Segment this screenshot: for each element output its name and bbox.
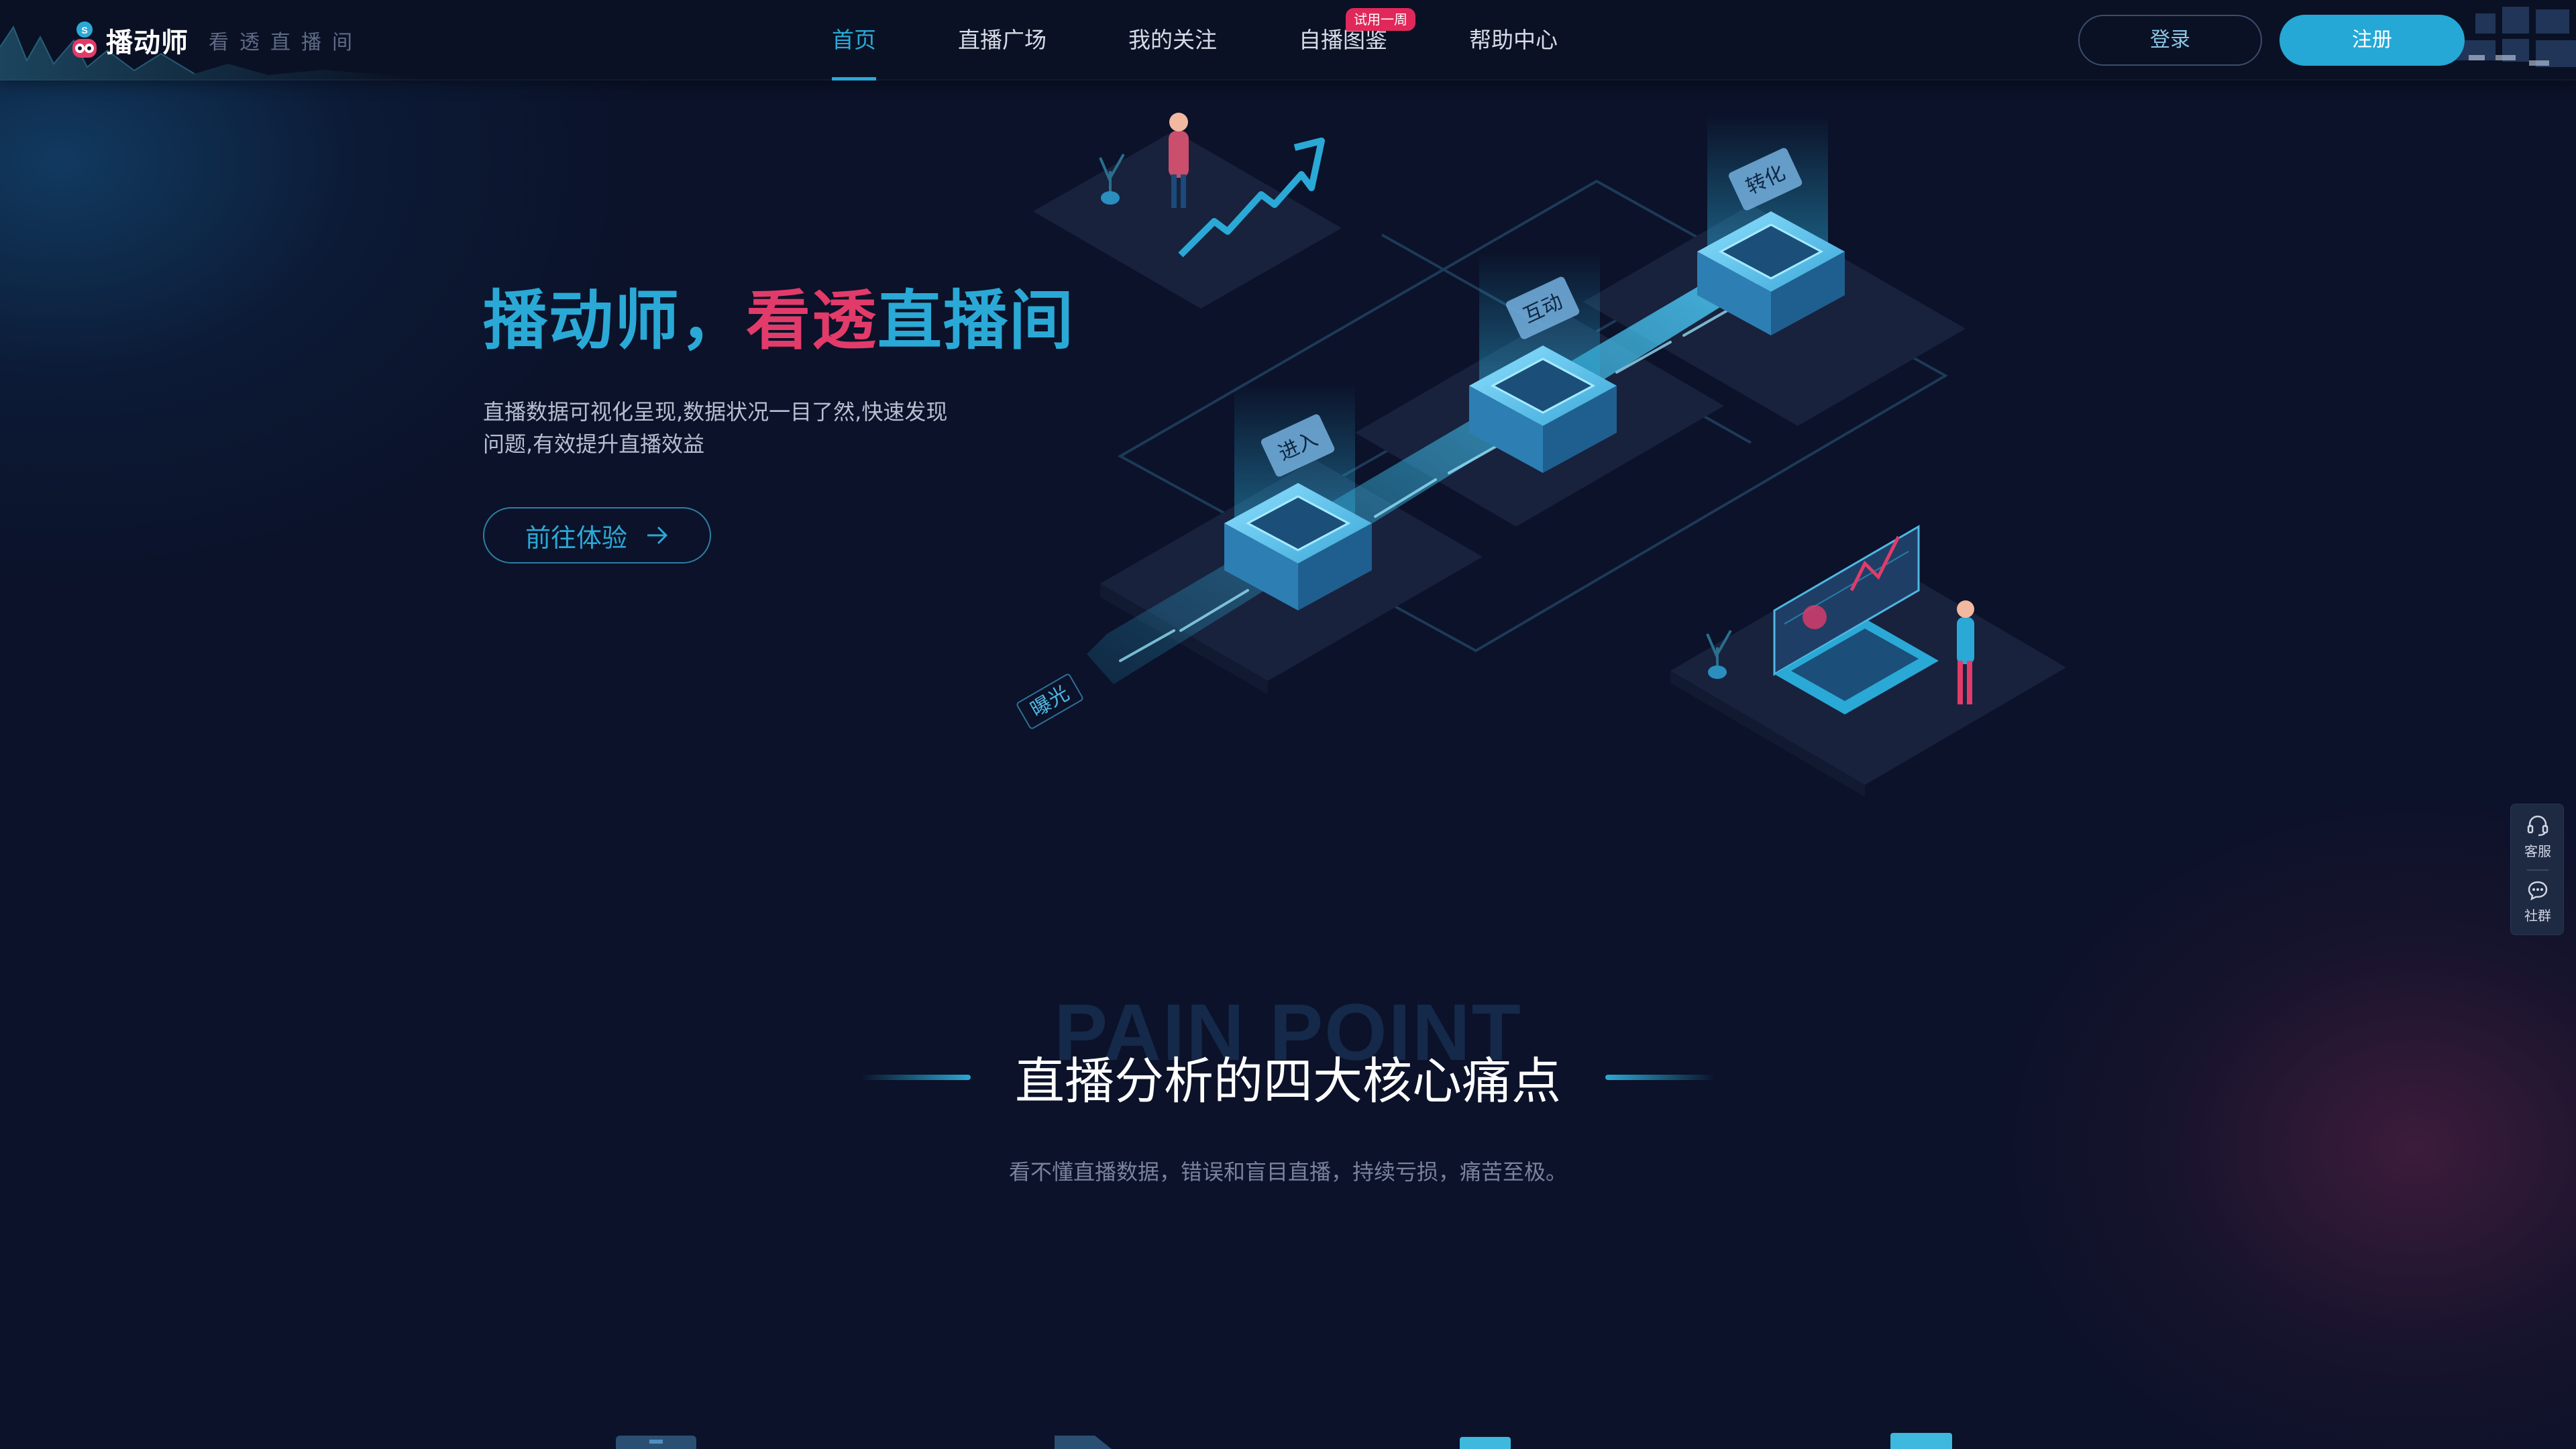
panel-divider: [2527, 869, 2548, 871]
pain-card-icon-4: [1890, 1433, 1952, 1449]
stage-interaction: 互动: [1469, 252, 1617, 473]
arrow-right-icon: [647, 526, 668, 545]
community-label: 社群: [2524, 907, 2551, 924]
nav-home[interactable]: 首页: [832, 0, 876, 80]
funnel-illustration: 曝光 进入 互动 转化: [1016, 113, 2066, 797]
trial-badge: 试用一周: [1346, 8, 1415, 31]
customer-service-button[interactable]: 客服: [2511, 807, 2565, 867]
nav-self-broadcast-guide[interactable]: 自播图鉴 试用一周: [1299, 0, 1415, 80]
nav-live-square[interactable]: 直播广场: [958, 0, 1046, 80]
try-now-label: 前往体验: [525, 523, 627, 553]
headset-icon: [2527, 815, 2548, 836]
section-title: 直播分析的四大核心痛点: [1015, 1053, 1561, 1110]
title-decor-line-right: [1605, 1074, 1715, 1080]
customer-service-label: 客服: [2524, 843, 2551, 859]
try-now-button[interactable]: 前往体验: [483, 507, 711, 564]
chat-bubble-icon: [2528, 881, 2548, 900]
community-button[interactable]: 社群: [2511, 871, 2565, 932]
login-button[interactable]: 登录: [2078, 15, 2262, 66]
ambient-glow-right: [1972, 778, 2576, 1449]
logo-icon: S: [70, 20, 99, 60]
pain-card-icon-3: [1460, 1437, 1511, 1449]
hero-description: 直播数据可视化呈现,数据状况一目了然,快速发现问题,有效提升直播效益: [483, 399, 948, 457]
nav-my-follows[interactable]: 我的关注: [1128, 0, 1217, 80]
stage-conversion: 转化: [1697, 114, 1845, 335]
hero-title-highlight: 看透: [746, 285, 877, 357]
register-button[interactable]: 注册: [2279, 15, 2465, 66]
svg-text:S: S: [81, 25, 87, 36]
section-subtitle: 看不懂直播数据，错误和盲目直播，持续亏损，痛苦至极。: [1008, 1159, 1567, 1185]
top-navbar: S 播动师 看透直播间 首页 直播广场 我的关注 自播图鉴 试用一周 帮助中心 …: [0, 0, 2576, 80]
logo-slogan: 看透直播间: [209, 31, 363, 54]
brand-logo[interactable]: S 播动师 看透直播间: [70, 19, 363, 62]
svg-text:曝光: 曝光: [1026, 682, 1073, 722]
nav-help-center[interactable]: 帮助中心: [1469, 0, 1558, 80]
floating-contact-panel: 客服 社群: [2510, 804, 2564, 935]
page: S 播动师 看透直播间 首页 直播广场 我的关注 自播图鉴 试用一周 帮助中心 …: [0, 0, 2576, 1449]
hero-title-brand: 播动师，: [483, 285, 746, 357]
pain-card-icon-1: [616, 1436, 696, 1449]
stage-entry: 进入: [1224, 382, 1372, 610]
logo-name: 播动师: [106, 28, 189, 58]
main-nav: 首页 直播广场 我的关注 自播图鉴 试用一周 帮助中心: [832, 0, 1640, 80]
title-decor-line-left: [861, 1074, 971, 1080]
section-title-row: 直播分析的四大核心痛点: [0, 1041, 2576, 1113]
stage-exposure: 曝光: [1016, 674, 1083, 729]
pain-card-icon-2: [1055, 1436, 1112, 1449]
